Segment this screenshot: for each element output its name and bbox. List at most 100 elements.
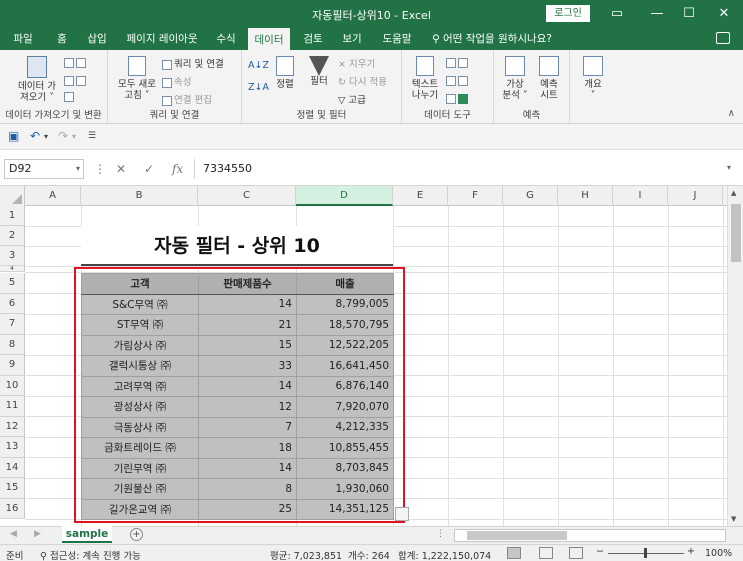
scroll-up-icon[interactable]: ▲	[731, 189, 736, 197]
sales-cell[interactable]: 8,799,005	[296, 293, 394, 315]
maximize-icon[interactable]: ☐	[672, 0, 706, 28]
row-header-6[interactable]: 6	[0, 293, 25, 314]
sales-cell[interactable]: 18,570,795	[296, 314, 394, 336]
tab-split-icon[interactable]: ⋮	[436, 529, 445, 539]
product-count-cell[interactable]: 21	[198, 314, 297, 336]
vertical-scrollbar[interactable]: ▲ ▼	[727, 186, 743, 526]
horizontal-scroll-thumb[interactable]	[467, 531, 567, 540]
save-icon[interactable]: ▣	[8, 129, 19, 143]
page-layout-view-icon[interactable]	[539, 547, 553, 559]
row-header-2[interactable]: 2	[0, 226, 25, 246]
remove-duplicates-icon[interactable]	[446, 74, 470, 87]
page-break-view-icon[interactable]	[569, 547, 583, 559]
product-count-cell[interactable]: 14	[198, 375, 297, 397]
product-count-cell[interactable]: 33	[198, 355, 297, 377]
tab-view[interactable]: 보기	[336, 28, 368, 50]
customer-cell[interactable]: 고려무역 ㈜	[81, 375, 199, 397]
sort-za-icon[interactable]: Z↓A	[248, 82, 269, 93]
column-header-j[interactable]: J	[668, 186, 723, 206]
column-header-a[interactable]: A	[25, 186, 81, 206]
customer-cell[interactable]: 길가온교역 ㈜	[81, 498, 199, 520]
name-box[interactable]: D92 ▾	[4, 159, 84, 179]
tab-review[interactable]: 검토	[298, 28, 328, 50]
accessibility-status[interactable]: ⚲ 접근성: 계속 진행 가능	[40, 548, 141, 561]
horizontal-scrollbar[interactable]	[454, 529, 726, 542]
undo-icon[interactable]: ↶	[30, 129, 40, 143]
zoom-slider-handle[interactable]	[644, 548, 647, 558]
row-header-13[interactable]: 13	[0, 437, 25, 458]
sales-cell[interactable]: 12,522,205	[296, 334, 394, 356]
undo-dropdown-icon[interactable]: ▾	[44, 132, 48, 141]
row-header-3[interactable]: 3	[0, 246, 25, 266]
sort-button[interactable]: 정렬	[270, 56, 300, 90]
customer-cell[interactable]: ST무역 ㈜	[81, 314, 199, 336]
customer-cell[interactable]: 극동상사 ㈜	[81, 416, 199, 438]
customer-cell[interactable]: 광성상사 ㈜	[81, 396, 199, 418]
from-table-icon[interactable]	[64, 90, 76, 103]
column-header-b[interactable]: B	[81, 186, 198, 206]
sales-cell[interactable]: 4,212,335	[296, 416, 394, 438]
tab-help[interactable]: 도움말	[376, 28, 418, 50]
row-header-4[interactable]: 4	[0, 266, 25, 272]
forecast-sheet-button[interactable]: 예측 시트	[532, 56, 566, 101]
name-box-dropdown-icon[interactable]: ▾	[76, 160, 80, 178]
customer-cell[interactable]: S&C무역 ㈜	[81, 293, 199, 315]
insert-function-icon[interactable]: fx	[172, 162, 183, 176]
tab-page-layout[interactable]: 페이지 레이아웃	[120, 28, 204, 50]
formula-input[interactable]: 7334550	[194, 159, 729, 179]
row-header-14[interactable]: 14	[0, 457, 25, 478]
what-if-button[interactable]: 가상 분석 ˅	[498, 56, 532, 101]
product-count-cell[interactable]: 14	[198, 457, 297, 479]
tab-formulas[interactable]: 수식	[210, 28, 242, 50]
tell-me-search[interactable]: ⚲ 어떤 작업을 원하시나요?	[432, 28, 552, 50]
edit-links-button[interactable]: 연결 편집	[162, 92, 212, 106]
tab-insert[interactable]: 삽입	[82, 28, 112, 50]
product-count-cell[interactable]: 18	[198, 437, 297, 459]
customer-cell[interactable]: 가림상사 ㈜	[81, 334, 199, 356]
row-header-15[interactable]: 15	[0, 478, 25, 499]
column-header-g[interactable]: G	[503, 186, 558, 206]
quick-analysis-icon[interactable]	[395, 507, 409, 521]
vertical-scroll-thumb[interactable]	[731, 204, 741, 262]
customer-cell[interactable]: 금화트레이드 ㈜	[81, 437, 199, 459]
tab-home[interactable]: 홈	[48, 28, 76, 50]
next-sheet-icon[interactable]: ▶	[34, 529, 41, 539]
sales-cell[interactable]: 7,920,070	[296, 396, 394, 418]
flash-fill-icon[interactable]	[446, 56, 470, 69]
reapply-button[interactable]: ↻ 다시 적용	[338, 74, 387, 88]
row-header-16[interactable]: 16	[0, 498, 25, 519]
sales-cell[interactable]: 14,351,125	[296, 498, 394, 520]
column-header-e[interactable]: E	[393, 186, 448, 206]
row-header-11[interactable]: 11	[0, 396, 25, 417]
get-data-button[interactable]: 데이터 가 져오기 ˅	[12, 56, 62, 103]
row-header-10[interactable]: 10	[0, 375, 25, 396]
login-button[interactable]: 로그인	[546, 5, 590, 22]
sheet-tab-sample[interactable]: sample	[62, 526, 112, 543]
clear-filter-button[interactable]: ⨯ 지우기	[338, 56, 375, 70]
ribbon-display-icon[interactable]: ▭	[600, 0, 634, 28]
sheet-title[interactable]: 자동 필터 - 상위 10	[81, 226, 393, 266]
expand-formula-bar-icon[interactable]: ▾	[727, 163, 731, 172]
comments-icon[interactable]	[716, 32, 730, 44]
row-header-9[interactable]: 9	[0, 355, 25, 376]
row-header-12[interactable]: 12	[0, 416, 25, 437]
outline-button[interactable]: 개요 ˅	[576, 56, 610, 101]
product-count-cell[interactable]: 8	[198, 478, 297, 500]
customer-cell[interactable]: 기린무역 ㈜	[81, 457, 199, 479]
column-header-i[interactable]: I	[613, 186, 668, 206]
text-to-columns-button[interactable]: 텍스트 나누기	[408, 56, 442, 101]
from-text-icon[interactable]	[64, 56, 88, 69]
minimize-icon[interactable]: —	[640, 0, 674, 28]
add-sheet-icon[interactable]: +	[130, 528, 143, 541]
from-web-icon[interactable]	[64, 74, 88, 87]
sales-cell[interactable]: 1,930,060	[296, 478, 394, 500]
close-icon[interactable]: ✕	[707, 0, 741, 28]
product-count-cell[interactable]: 25	[198, 498, 297, 520]
sales-cell[interactable]: 10,855,455	[296, 437, 394, 459]
tab-file[interactable]: 파일	[6, 28, 40, 50]
advanced-filter-button[interactable]: ▽ 고급	[338, 92, 366, 106]
header-customer[interactable]: 고객	[81, 273, 199, 295]
row-header-5[interactable]: 5	[0, 273, 25, 294]
normal-view-icon[interactable]	[507, 547, 521, 559]
enter-icon[interactable]: ✓	[144, 162, 154, 176]
